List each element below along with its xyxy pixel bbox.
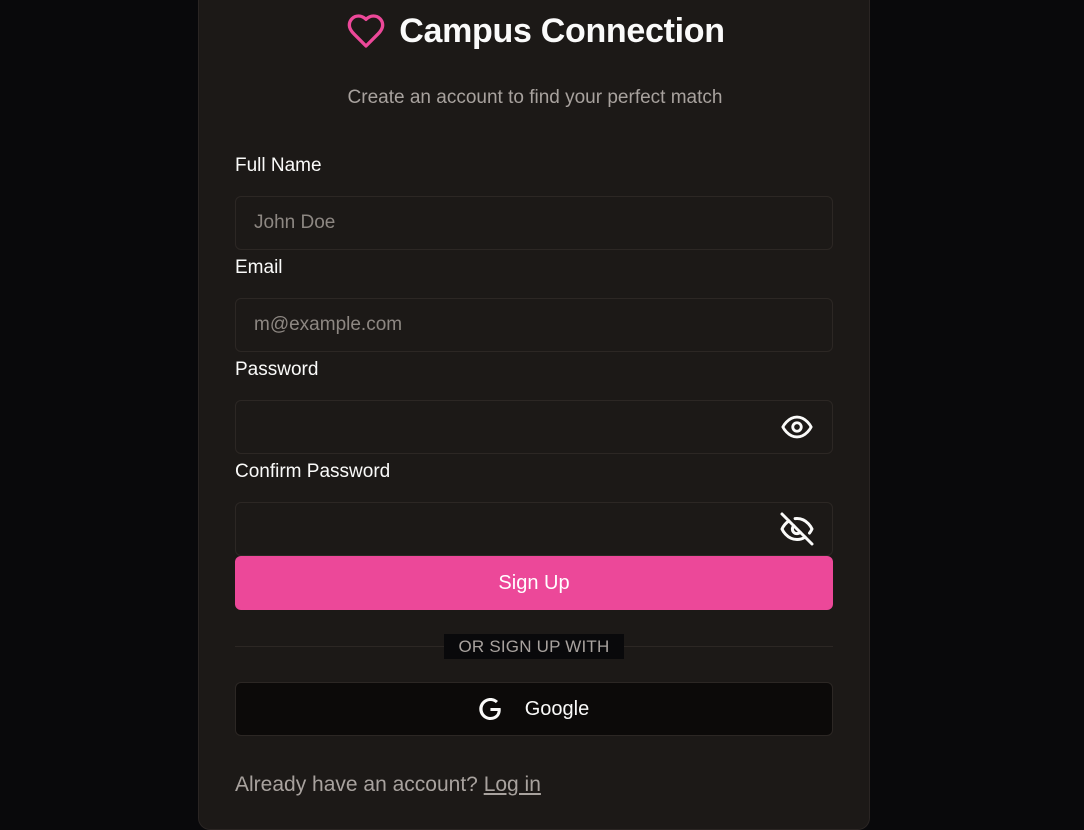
email-label: Email (235, 257, 283, 278)
sign-up-button[interactable]: Sign Up (235, 556, 833, 610)
header: Campus Connection (199, 11, 871, 51)
login-link[interactable]: Log in (484, 773, 541, 796)
google-label: Google (524, 697, 590, 720)
eye-off-icon[interactable] (777, 509, 817, 549)
page-subtitle: Create an account to find your perfect m… (347, 87, 723, 108)
confirm-password-label: Confirm Password (235, 461, 391, 482)
page-title: Campus Connection (399, 12, 725, 50)
sign-up-label: Sign Up (498, 571, 570, 594)
eye-icon[interactable] (777, 407, 817, 447)
full-name-label: Full Name (235, 155, 322, 176)
divider-text: OR SIGN UP WITH (444, 634, 624, 659)
google-signup-button[interactable]: Google (235, 682, 833, 736)
heart-icon (345, 11, 387, 51)
password-input[interactable] (235, 400, 833, 454)
password-label: Password (235, 359, 319, 380)
login-prompt: Already have an account? Log in (235, 773, 541, 797)
full-name-input[interactable] (235, 196, 833, 250)
signup-card: Campus Connection Create an account to f… (198, 0, 870, 830)
login-prompt-text: Already have an account? (235, 773, 478, 796)
google-icon (479, 698, 501, 720)
confirm-password-input[interactable] (235, 502, 833, 556)
email-input[interactable] (235, 298, 833, 352)
